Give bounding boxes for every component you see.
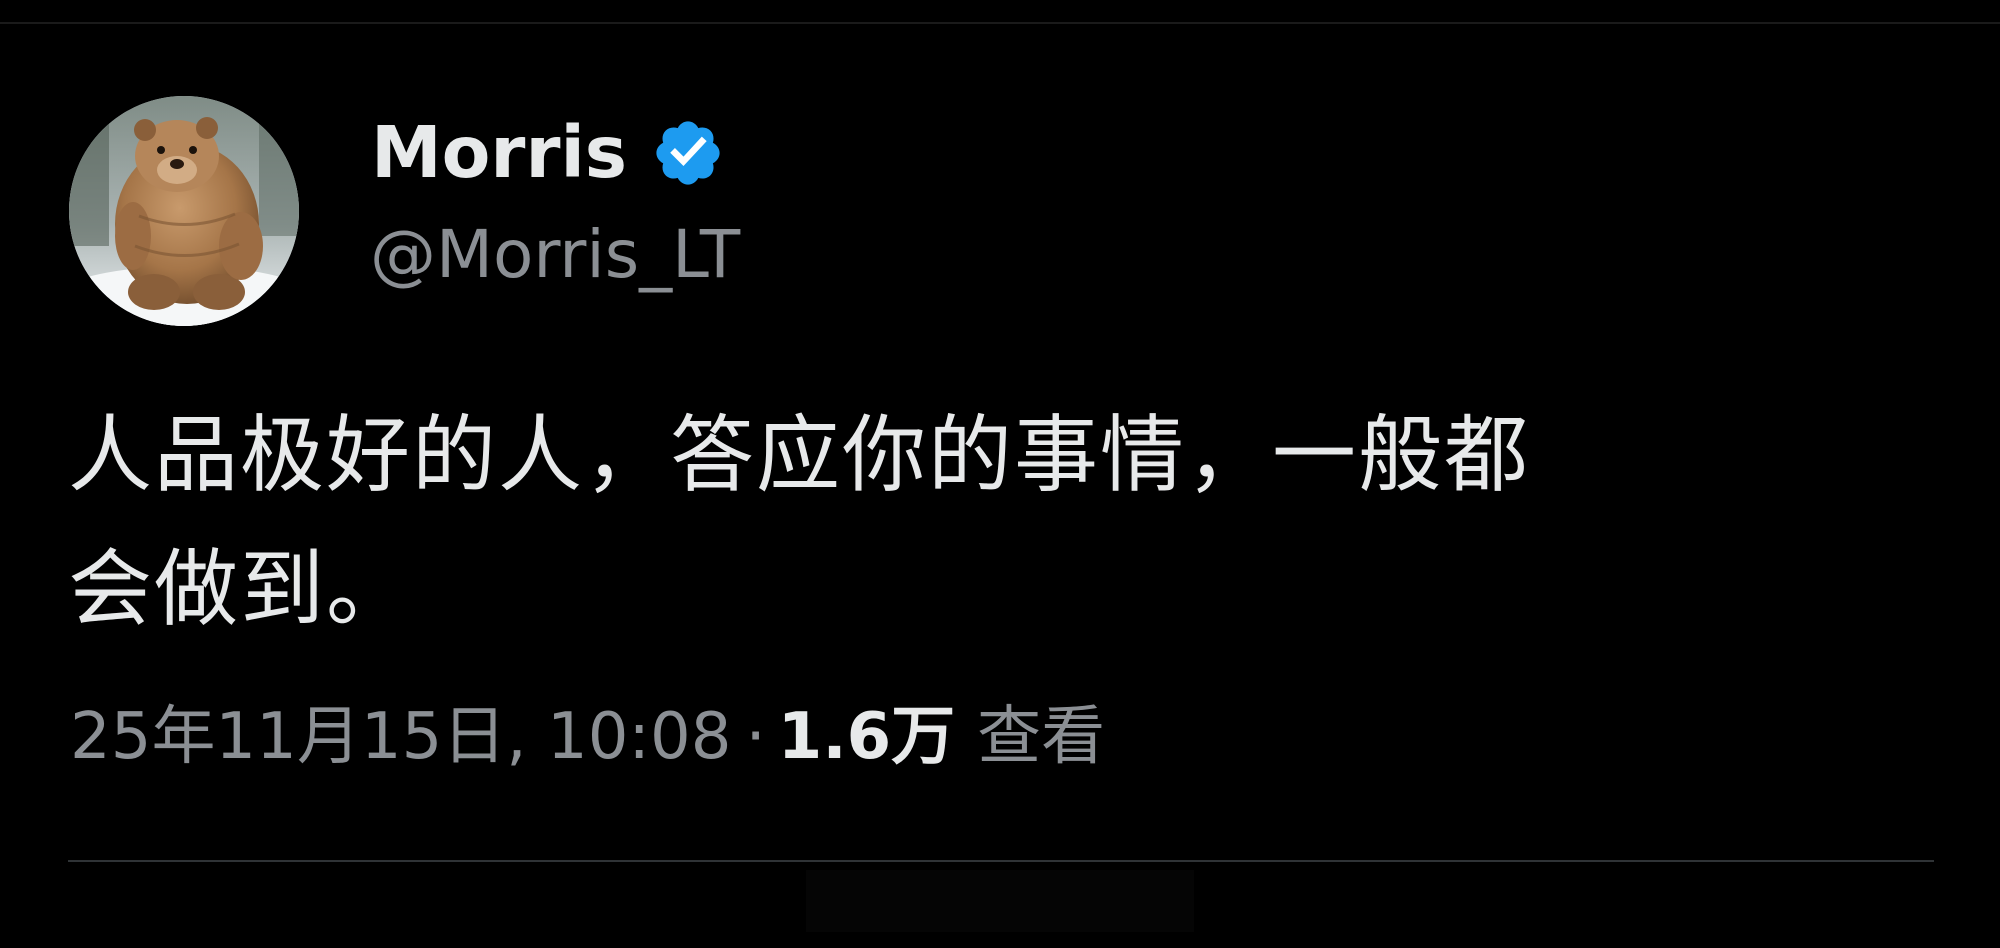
views-count: 1.6万 xyxy=(777,700,956,774)
faded-action-area xyxy=(806,870,1194,932)
bottom-divider xyxy=(68,860,1934,862)
tweet-meta: 25年11月15日, 10:08 · 1.6万 查看 xyxy=(70,693,1105,781)
tweet-text-line: 会做到。 xyxy=(68,540,413,638)
tweet-text: 人品极好的人，答应你的事情，一般都 会做到。 xyxy=(68,388,1928,656)
meta-separator: · xyxy=(745,700,766,774)
author-display-name[interactable]: Morris xyxy=(371,110,627,196)
views-label: 查看 xyxy=(977,700,1106,774)
author-handle[interactable]: @Morris_LT xyxy=(370,212,740,298)
author-avatar[interactable] xyxy=(69,96,299,326)
author-name-row[interactable]: Morris xyxy=(371,110,725,196)
bear-avatar-icon xyxy=(69,96,299,326)
verified-badge-icon xyxy=(656,121,720,185)
tweet-text-line: 人品极好的人，答应你的事情，一般都 xyxy=(68,406,1531,504)
tweet-timestamp[interactable]: 25年11月15日, 10:08 xyxy=(70,693,731,781)
tweet-card[interactable]: Morris @Morris_LT 人品极好的人，答应你的事情，一般都 会做到。… xyxy=(0,0,2000,948)
